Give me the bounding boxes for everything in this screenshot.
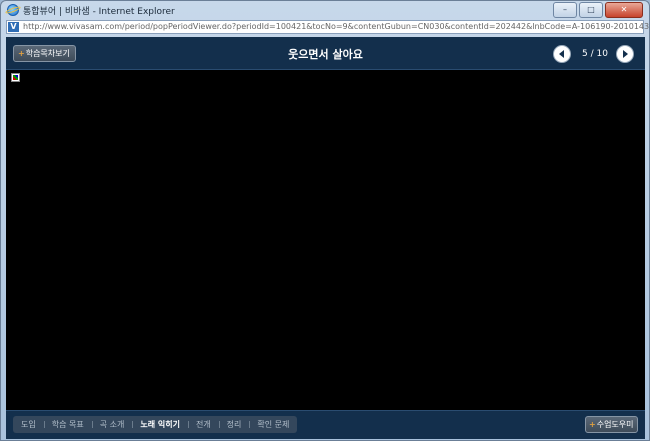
class-helper-button[interactable]: +수업도우미 xyxy=(585,416,638,433)
tab-summary[interactable]: 정리 xyxy=(218,416,250,433)
viewer-frame: +학습목차보기 웃으면서 살아요 5 / 10 도입 학습 목표 곡 소개 노래… xyxy=(6,37,645,439)
arrow-right-icon xyxy=(623,50,628,58)
maximize-button[interactable]: □ xyxy=(579,2,603,18)
viewer-header: +학습목차보기 웃으면서 살아요 5 / 10 xyxy=(6,37,645,70)
class-helper-label: 수업도우미 xyxy=(596,420,634,429)
minimize-button[interactable]: – xyxy=(553,2,577,18)
title-bar[interactable]: 통합뷰어 | 비바샘 - Internet Explorer – □ ✕ xyxy=(1,1,649,19)
tab-quiz[interactable]: 확인 문제 xyxy=(249,416,297,433)
window-title: 통합뷰어 | 비바샘 - Internet Explorer xyxy=(23,7,175,17)
browser-window: 통합뷰어 | 비바샘 - Internet Explorer – □ ✕ V h… xyxy=(0,0,650,441)
page-title: 웃으면서 살아요 xyxy=(288,48,363,61)
section-tabs: 도입 학습 목표 곡 소개 노래 익히기 전개 정리 확인 문제 xyxy=(13,416,298,433)
internet-explorer-icon xyxy=(7,4,19,16)
tab-song-intro[interactable]: 곡 소개 xyxy=(91,416,133,433)
site-favicon-icon: V xyxy=(8,22,19,32)
url-text[interactable]: http://www.vivasam.com/period/popPeriodV… xyxy=(23,22,649,31)
address-bar[interactable]: V http://www.vivasam.com/period/popPerio… xyxy=(6,20,649,34)
arrow-left-icon xyxy=(559,50,564,58)
viewer-footer: 도입 학습 목표 곡 소개 노래 익히기 전개 정리 확인 문제 +수업도우미 xyxy=(6,410,645,439)
plus-icon: + xyxy=(589,420,596,429)
page-indicator: 5 / 10 xyxy=(582,49,608,59)
tab-learn-song[interactable]: 노래 익히기 xyxy=(132,416,188,433)
tab-development[interactable]: 전개 xyxy=(187,416,219,433)
window-controls: – □ ✕ xyxy=(553,2,643,18)
broken-image-icon xyxy=(11,73,20,82)
close-button[interactable]: ✕ xyxy=(605,2,643,18)
prev-page-button[interactable] xyxy=(553,45,571,63)
next-page-button[interactable] xyxy=(616,45,634,63)
tab-intro[interactable]: 도입 xyxy=(13,416,44,433)
tab-learning-goals[interactable]: 학습 목표 xyxy=(43,416,92,433)
